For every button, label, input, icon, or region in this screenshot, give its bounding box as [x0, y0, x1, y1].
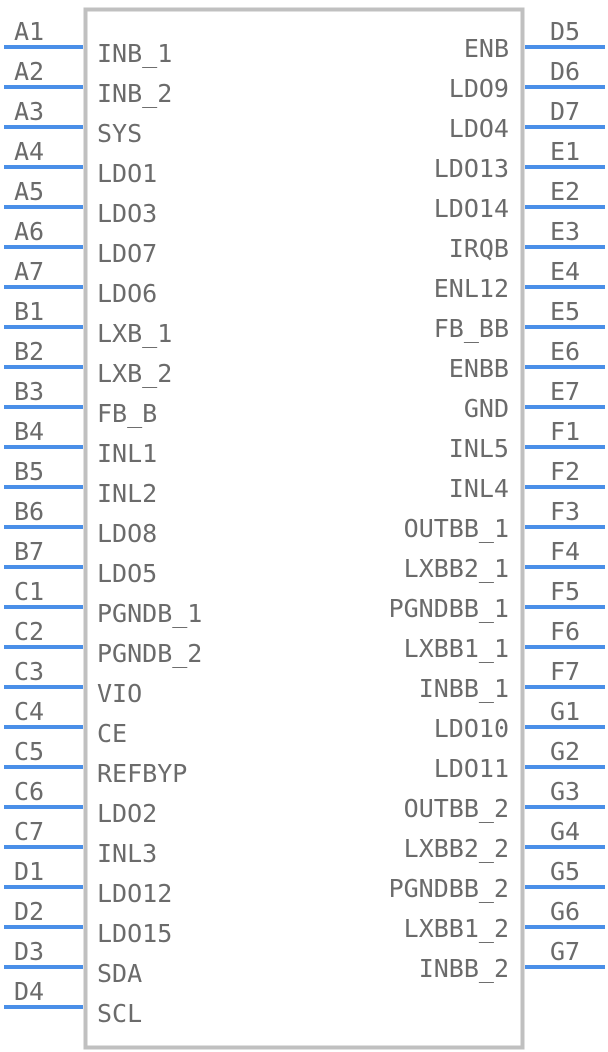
pin-label: LXBB1_2 — [404, 914, 509, 943]
pin-number: D7 — [550, 97, 580, 126]
pin-number: B7 — [14, 537, 44, 566]
pin-number: A2 — [14, 57, 44, 86]
pin-label: IRQB — [449, 234, 509, 263]
pin-label: LDO9 — [449, 74, 509, 103]
pin-number: C5 — [14, 737, 44, 766]
pin-label: INL1 — [97, 439, 157, 468]
pin-number: E2 — [550, 177, 580, 206]
pin-label: ENB — [464, 34, 509, 63]
pin-label: PGNDBB_1 — [389, 594, 509, 623]
pin-label: INL2 — [97, 479, 157, 508]
pin-number: C3 — [14, 657, 44, 686]
pin-label: LDO15 — [97, 919, 172, 948]
pin-label: INB_1 — [97, 39, 172, 68]
pin-number: B2 — [14, 337, 44, 366]
pin-label: INL5 — [449, 434, 509, 463]
pin-label: LXBB2_1 — [404, 554, 509, 583]
pin-number: A6 — [14, 217, 44, 246]
pin-label: OUTBB_2 — [404, 794, 509, 823]
pin-label: SDA — [97, 959, 142, 988]
pin-number: B6 — [14, 497, 44, 526]
pin-label: ENBB — [449, 354, 509, 383]
pin-number: E5 — [550, 297, 580, 326]
pin-number: A4 — [14, 137, 44, 166]
pin-number: E4 — [550, 257, 580, 286]
pin-label: LDO11 — [434, 754, 509, 783]
pin-number: E7 — [550, 377, 580, 406]
pin-label: LXB_1 — [97, 319, 172, 348]
pin-label: LXB_2 — [97, 359, 172, 388]
pin-label: LXBB1_1 — [404, 634, 509, 663]
pin-label: LDO5 — [97, 559, 157, 588]
pin-label: LXBB2_2 — [404, 834, 509, 863]
pin-label: LDO6 — [97, 279, 157, 308]
pin-number: G1 — [550, 697, 580, 726]
pin-number: F6 — [550, 617, 580, 646]
pin-number: F1 — [550, 417, 580, 446]
pin-number: C4 — [14, 697, 44, 726]
pin-label: FB_BB — [434, 314, 509, 343]
pin-number: A7 — [14, 257, 44, 286]
pin-number: G4 — [550, 817, 580, 846]
pin-number: D3 — [14, 937, 44, 966]
pin-number: F4 — [550, 537, 580, 566]
pin-label: LDO12 — [97, 879, 172, 908]
pin-number: G3 — [550, 777, 580, 806]
pin-number: B5 — [14, 457, 44, 486]
pin-number: G2 — [550, 737, 580, 766]
pin-number: C6 — [14, 777, 44, 806]
pin-label: FB_B — [97, 399, 157, 428]
pin-number: E1 — [550, 137, 580, 166]
pin-number: F7 — [550, 657, 580, 686]
pin-label: INBB_2 — [419, 954, 509, 983]
pin-number: A3 — [14, 97, 44, 126]
pin-number: G7 — [550, 937, 580, 966]
pin-number: D5 — [550, 17, 580, 46]
pin-label: VIO — [97, 679, 142, 708]
pin-number: D6 — [550, 57, 580, 86]
pin-number: B4 — [14, 417, 44, 446]
pin-label: PGNDB_2 — [97, 639, 202, 668]
pin-label: LDO14 — [434, 194, 509, 223]
pin-number: C2 — [14, 617, 44, 646]
pin-label: INL4 — [449, 474, 509, 503]
pin-number: F3 — [550, 497, 580, 526]
pin-label: LDO13 — [434, 154, 509, 183]
pin-number: C7 — [14, 817, 44, 846]
pin-number: G6 — [550, 897, 580, 926]
pin-label: LDO1 — [97, 159, 157, 188]
pin-number: A5 — [14, 177, 44, 206]
pin-label: LDO2 — [97, 799, 157, 828]
pin-number: D2 — [14, 897, 44, 926]
pin-label: INL3 — [97, 839, 157, 868]
pin-label: LDO8 — [97, 519, 157, 548]
pin-number: D1 — [14, 857, 44, 886]
pin-label: CE — [97, 719, 127, 748]
pin-label: SYS — [97, 119, 142, 148]
pin-label: PGNDB_1 — [97, 599, 202, 628]
pin-number: B1 — [14, 297, 44, 326]
pin-number: C1 — [14, 577, 44, 606]
pin-number: B3 — [14, 377, 44, 406]
pin-label: GND — [464, 394, 509, 423]
pin-number: D4 — [14, 977, 44, 1006]
pin-label: SCL — [97, 999, 142, 1028]
pin-number: F2 — [550, 457, 580, 486]
pin-label: ENL12 — [434, 274, 509, 303]
pin-label: LDO10 — [434, 714, 509, 743]
pin-label: INB_2 — [97, 79, 172, 108]
pin-label: LDO3 — [97, 199, 157, 228]
pin-label: OUTBB_1 — [404, 514, 509, 543]
pin-label: PGNDBB_2 — [389, 874, 509, 903]
pin-label: REFBYP — [97, 759, 187, 788]
pin-number: A1 — [14, 17, 44, 46]
pin-label: LDO4 — [449, 114, 509, 143]
ic-schematic-symbol: A1 INB_1 A2 INB_2 A3 SYS A4 LDO1 A5 LDO3 A6 LDO7 A7 L… — [4, 7, 605, 1050]
pin-number: F5 — [550, 577, 580, 606]
pin-number: G5 — [550, 857, 580, 886]
pin-label: LDO7 — [97, 239, 157, 268]
pin-label: INBB_1 — [419, 674, 509, 703]
pin-number: E3 — [550, 217, 580, 246]
pin-number: E6 — [550, 337, 580, 366]
